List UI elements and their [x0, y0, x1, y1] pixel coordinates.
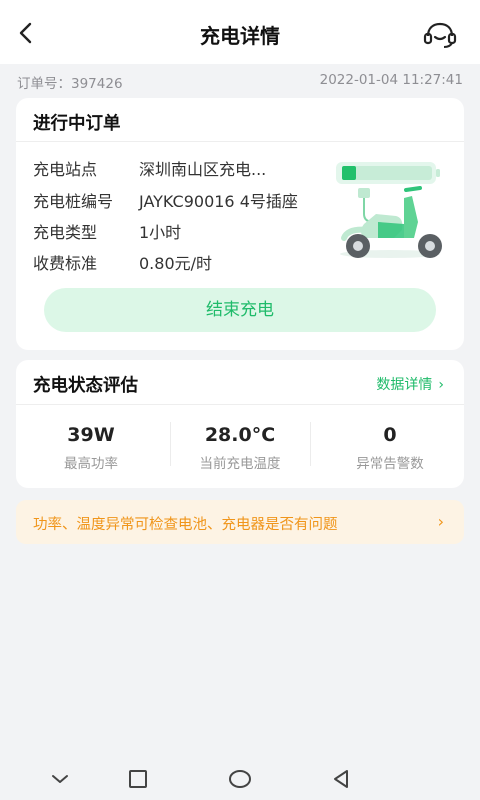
tip-banner[interactable]: 功率、温度异常可检查电池、充电器是否有问题 ›	[16, 500, 464, 544]
data-details-label: 数据详情	[376, 377, 433, 393]
home-icon[interactable]	[227, 767, 253, 791]
info-row-charge-type: 充电类型 1小时	[33, 219, 181, 243]
stat-alarm-count: 0 异常告警数	[315, 424, 465, 472]
divider	[16, 404, 464, 405]
ongoing-order-title: 进行中订单	[33, 114, 121, 134]
chevron-right-icon: ›	[438, 377, 444, 393]
divider	[16, 141, 464, 142]
chevron-right-icon: ›	[437, 512, 444, 531]
info-row-pile-number: 充电桩编号 JAYKC90016 4号插座	[33, 188, 298, 212]
info-value: 0.80元/时	[139, 254, 213, 273]
system-nav-bar	[0, 757, 480, 800]
info-key: 充电站点	[33, 160, 98, 179]
customer-service-icon[interactable]	[422, 20, 458, 50]
tip-text: 功率、温度异常可检查电池、充电器是否有问题	[33, 517, 338, 533]
stat-current-temperature: 28.0°C 当前充电温度	[165, 424, 315, 472]
stat-label: 当前充电温度	[199, 456, 281, 472]
info-value: JAYKC90016 4号插座	[139, 192, 298, 211]
order-id: 订单号：397426	[17, 76, 123, 92]
stat-separator	[310, 422, 311, 466]
scooter-charging-illustration	[336, 162, 442, 258]
charging-status-card: 充电状态评估 数据详情 › 39W 最高功率 28.0°C 当前充电温度 0 异常…	[16, 360, 464, 488]
stat-value: 39W	[67, 424, 115, 446]
stat-label: 异常告警数	[356, 456, 424, 472]
info-key: 充电类型	[33, 223, 98, 242]
stat-max-power: 39W 最高功率	[16, 424, 166, 472]
order-info-bar: 订单号：397426 2022-01-04 11:27:41	[0, 64, 480, 96]
stat-value: 0	[383, 424, 397, 446]
end-charging-button[interactable]: 结束充电	[44, 288, 436, 332]
charging-status-title: 充电状态评估	[33, 376, 138, 396]
top-bar: 充电详情	[0, 0, 480, 64]
info-value: 深圳南山区充电...	[139, 160, 267, 179]
info-row-fee-standard: 收费标准 0.80元/时	[33, 250, 212, 274]
info-key: 收费标准	[33, 254, 98, 273]
info-value: 1小时	[139, 223, 182, 242]
stat-value: 28.0°C	[204, 424, 276, 446]
info-row-station: 充电站点 深圳南山区充电...	[33, 156, 266, 180]
data-details-link[interactable]: 数据详情 ›	[376, 374, 444, 394]
stat-label: 最高功率	[64, 456, 118, 472]
collapse-icon[interactable]	[47, 767, 73, 791]
page-title: 充电详情	[200, 24, 280, 48]
back-triangle-icon[interactable]	[328, 767, 354, 791]
ongoing-order-card: 进行中订单 充电站点 深圳南山区充电... 充电桩编号 JAYKC90016 4号插…	[16, 98, 464, 350]
recent-apps-icon[interactable]	[125, 767, 151, 791]
order-datetime: 2022-01-04 11:27:41	[319, 72, 463, 88]
info-key: 充电桩编号	[33, 192, 114, 211]
